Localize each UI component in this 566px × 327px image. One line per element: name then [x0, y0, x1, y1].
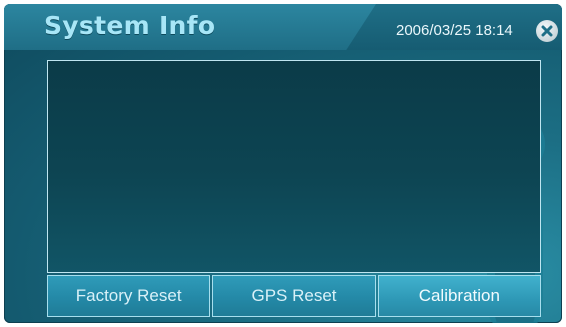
factory-reset-button[interactable]: Factory Reset	[47, 275, 211, 317]
system-info-screen: System Info 2006/03/25 18:14 Factory Res…	[4, 4, 562, 323]
datetime-display: 2006/03/25 18:14	[396, 22, 513, 39]
title-bar: System Info 2006/03/25 18:14	[4, 4, 562, 50]
close-button[interactable]	[536, 20, 558, 42]
info-display-panel	[47, 60, 541, 273]
close-icon	[541, 25, 553, 37]
gps-reset-button[interactable]: GPS Reset	[212, 275, 376, 317]
page-title: System Info	[44, 11, 216, 40]
action-button-row: Factory Reset GPS Reset Calibration	[47, 275, 541, 317]
calibration-button[interactable]: Calibration	[377, 275, 541, 317]
